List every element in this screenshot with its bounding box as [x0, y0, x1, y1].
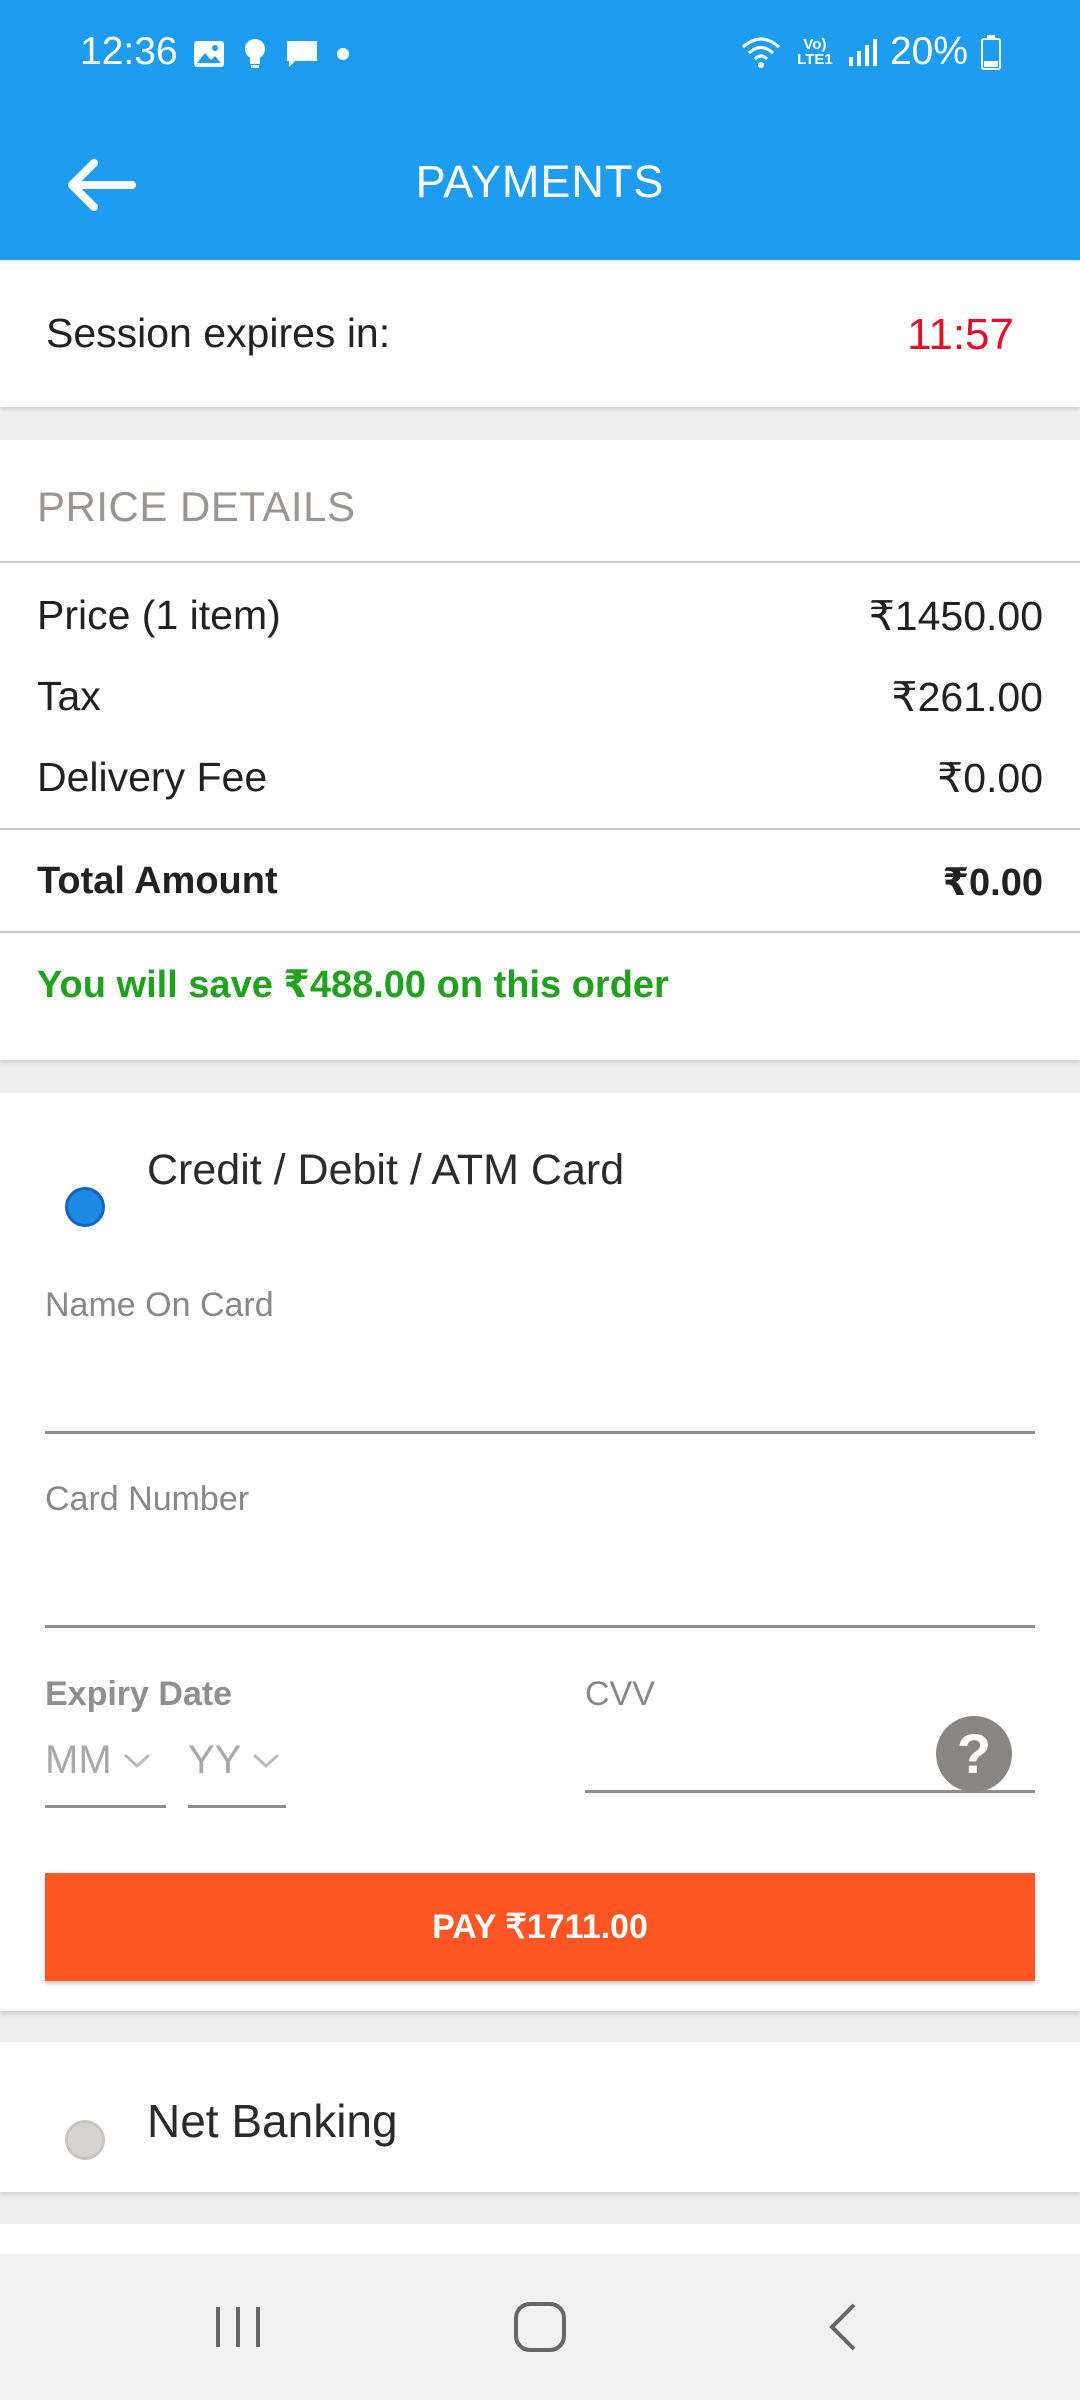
- month-value: MM: [45, 1738, 112, 1782]
- session-card: Session expires in: 11:57: [0, 262, 1080, 407]
- battery-icon: [981, 35, 1001, 70]
- tax-row: Tax ₹261.00: [37, 673, 1043, 721]
- gallery-icon: [194, 41, 224, 67]
- next-payment-option: [0, 2224, 1080, 2254]
- divider: [0, 828, 1080, 830]
- dot-icon: [337, 48, 349, 60]
- status-right: Vo) LTE1 20%: [740, 30, 1002, 74]
- card-payment-section: Credit / Debit / ATM Card Name On Card C…: [0, 1093, 1080, 2011]
- total-row: Total Amount ₹0.00: [37, 860, 1043, 905]
- tax-row-label: Tax: [37, 673, 101, 719]
- cvv-help-icon[interactable]: ?: [936, 1716, 1012, 1792]
- cvv-label: CVV: [585, 1675, 655, 1713]
- name-on-card-input[interactable]: [45, 1431, 1035, 1434]
- battery-percent: 20%: [889, 30, 968, 73]
- wifi-icon: [741, 37, 780, 68]
- session-label: Session expires in:: [46, 310, 391, 356]
- status-bar: 12:36 Vo) LTE1 20%: [0, 0, 1080, 110]
- delivery-row-value: ₹0.00: [937, 755, 1043, 801]
- total-label: Total Amount: [37, 860, 278, 902]
- network-type: Vo) LTE1: [797, 36, 833, 68]
- net-banking-section[interactable]: Net Banking: [0, 2042, 1080, 2192]
- price-row-label: Price (1 item): [37, 592, 281, 638]
- card-number-label: Card Number: [45, 1480, 250, 1518]
- savings-text: You will save ₹488.00 on this order: [37, 964, 669, 1006]
- delivery-row: Delivery Fee ₹0.00: [37, 754, 1043, 802]
- divider: [0, 561, 1080, 563]
- chevron-down-icon: [123, 1753, 150, 1768]
- year-underline: [188, 1805, 286, 1808]
- chevron-down-icon: [253, 1753, 280, 1768]
- divider: [0, 931, 1080, 933]
- tax-row-value: ₹261.00: [891, 674, 1044, 720]
- card-radio-button[interactable]: [65, 1187, 105, 1227]
- notification-icons: [193, 36, 349, 72]
- price-details-card: PRICE DETAILS Price (1 item) ₹1450.00 Ta…: [0, 440, 1080, 1060]
- year-value: YY: [188, 1738, 242, 1782]
- back-nav-icon[interactable]: [818, 2301, 868, 2353]
- system-nav-bar: [0, 2254, 1080, 2400]
- expiry-date-label: Expiry Date: [45, 1675, 233, 1713]
- app-bar: PAYMENTS: [0, 110, 1080, 260]
- pay-button[interactable]: PAY ₹1711.00: [45, 1873, 1035, 1981]
- delivery-row-label: Delivery Fee: [37, 754, 268, 800]
- bulb-icon: [245, 39, 265, 68]
- card-payment-label[interactable]: Credit / Debit / ATM Card: [147, 1146, 624, 1195]
- net-banking-label[interactable]: Net Banking: [147, 2094, 398, 2148]
- price-row: Price (1 item) ₹1450.00: [37, 592, 1043, 640]
- status-time: 12:36: [80, 30, 178, 73]
- price-details-header: PRICE DETAILS: [37, 483, 356, 530]
- message-icon: [287, 41, 317, 67]
- month-underline: [45, 1805, 166, 1808]
- net-banking-radio-button[interactable]: [65, 2120, 105, 2160]
- page-title: PAYMENTS: [415, 156, 665, 207]
- session-timer: 11:57: [907, 310, 1014, 359]
- recent-apps-icon[interactable]: [210, 2302, 266, 2352]
- month-select[interactable]: MM: [45, 1738, 152, 1783]
- home-icon[interactable]: [511, 2301, 569, 2353]
- price-row-value: ₹1450.00: [868, 593, 1043, 639]
- card-number-input[interactable]: [45, 1625, 1035, 1628]
- total-value: ₹0.00: [942, 862, 1043, 904]
- signal-icon: [848, 39, 877, 66]
- year-select[interactable]: YY: [188, 1738, 281, 1783]
- name-on-card-label: Name On Card: [45, 1286, 274, 1324]
